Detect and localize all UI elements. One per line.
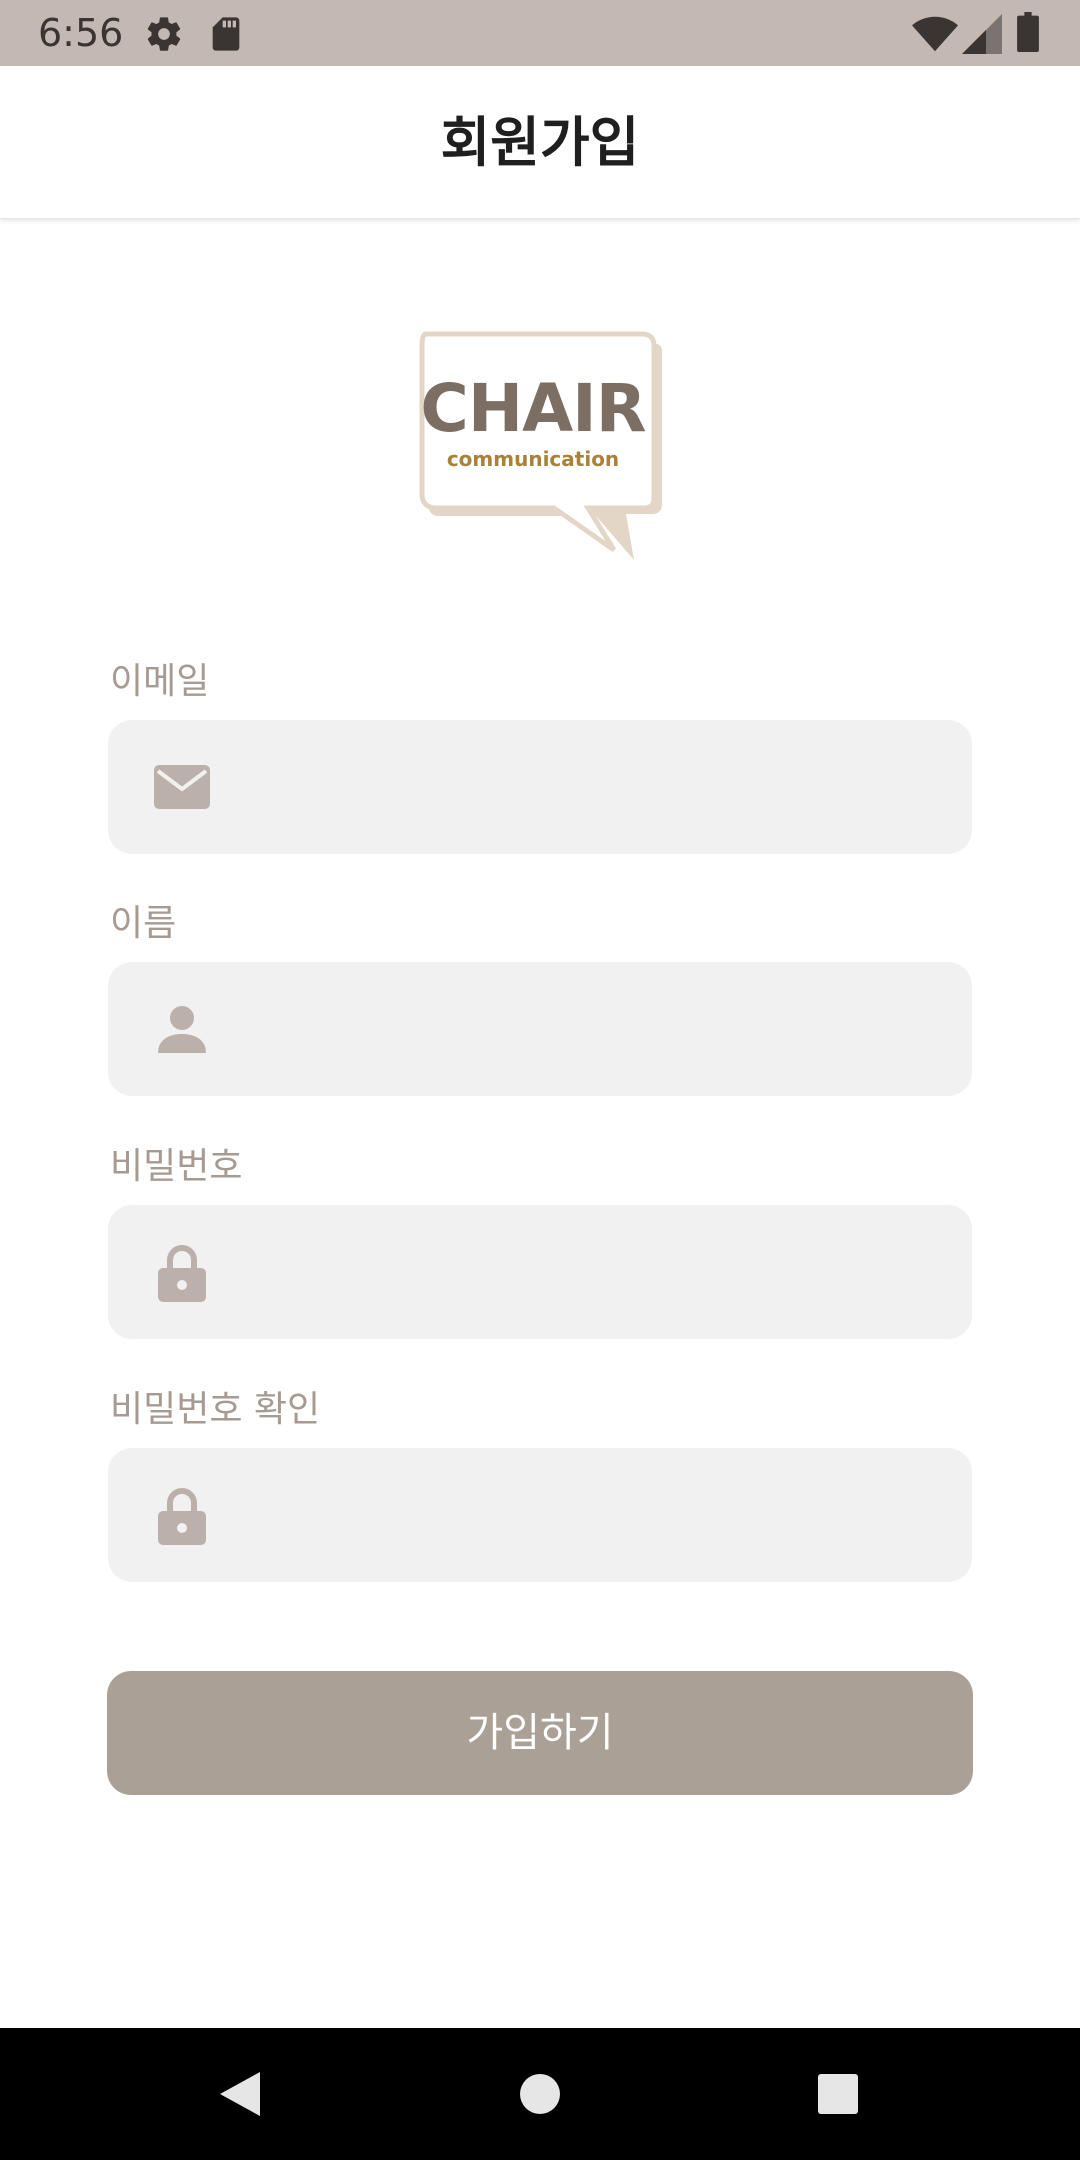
name-field[interactable] xyxy=(108,962,972,1098)
status-bar: 6:56 xyxy=(0,0,1080,66)
status-time: 6:56 xyxy=(38,11,124,55)
chair-communication-logo: CHAIR communication xyxy=(416,328,664,564)
name-input[interactable] xyxy=(238,962,942,1098)
signal-icon xyxy=(962,14,1002,58)
email-label: 이메일 xyxy=(110,661,210,702)
back-icon[interactable] xyxy=(180,2028,300,2160)
wifi-icon xyxy=(912,14,958,58)
sd-card-icon xyxy=(208,14,244,58)
page-title: 회원가입 xyxy=(440,111,640,174)
password-input[interactable] xyxy=(238,1205,942,1341)
name-label: 이름 xyxy=(110,903,177,944)
password-confirm-input[interactable] xyxy=(238,1448,942,1584)
home-icon[interactable] xyxy=(480,2028,600,2160)
system-nav-bar xyxy=(0,2028,1080,2160)
app-bar: 회원가입 xyxy=(0,66,1080,219)
lock-icon xyxy=(154,1487,210,1545)
password-label: 비밀번호 xyxy=(110,1146,243,1187)
lock-icon xyxy=(154,1244,210,1302)
signup-screen: 6:56 회원가입 CHAIR communication 이메일 이름 비밀번… xyxy=(0,0,1080,2160)
battery-icon xyxy=(1016,12,1040,56)
mail-icon xyxy=(154,759,210,815)
logo-word: CHAIR xyxy=(420,370,646,447)
email-input[interactable] xyxy=(238,720,942,856)
password-confirm-field[interactable] xyxy=(108,1448,972,1584)
recents-icon[interactable] xyxy=(778,2028,898,2160)
password-field[interactable] xyxy=(108,1205,972,1341)
email-field[interactable] xyxy=(108,720,972,856)
password-confirm-label: 비밀번호 확인 xyxy=(110,1389,321,1430)
signup-button[interactable]: 가입하기 xyxy=(107,1671,973,1795)
logo-subtitle: communication xyxy=(446,447,620,471)
person-icon xyxy=(154,1001,210,1057)
settings-gear-icon xyxy=(144,14,184,58)
